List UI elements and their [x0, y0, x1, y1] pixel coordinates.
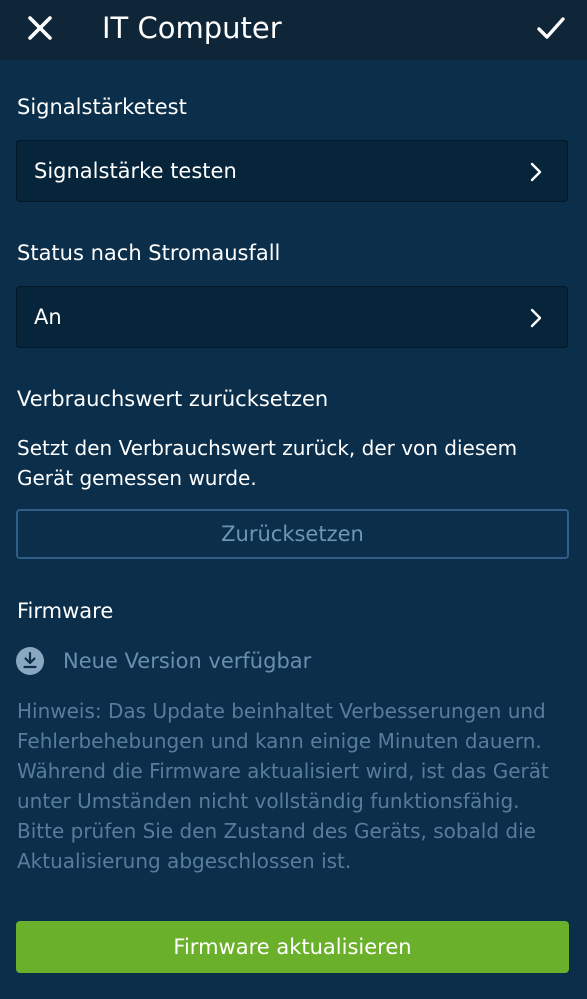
chevron-right-icon	[529, 308, 543, 328]
signal-test-title: Signalstärketest	[17, 95, 187, 119]
update-firmware-button[interactable]: Firmware aktualisieren	[16, 921, 569, 973]
page-title: IT Computer	[102, 11, 282, 45]
app-header: IT Computer	[0, 0, 587, 60]
firmware-status-text: Neue Version verfügbar	[63, 649, 312, 673]
download-icon	[16, 647, 44, 675]
close-icon[interactable]	[24, 12, 56, 44]
consumption-reset-description: Setzt den Verbrauchswert zurück, der von…	[17, 436, 518, 490]
firmware-title: Firmware	[17, 599, 114, 623]
checkmark-icon[interactable]	[535, 12, 567, 44]
reset-button[interactable]: Zurücksetzen	[16, 509, 569, 559]
firmware-hint: Hinweis: Das Update beinhaltet Verbesser…	[17, 699, 549, 873]
signal-test-row[interactable]: Signalstärke testen	[16, 140, 568, 202]
consumption-reset-title: Verbrauchswert zurücksetzen	[17, 387, 329, 411]
power-status-title: Status nach Stromausfall	[17, 241, 281, 265]
chevron-right-icon	[529, 162, 543, 182]
power-status-value: An	[34, 305, 62, 329]
signal-test-label: Signalstärke testen	[34, 159, 237, 183]
power-status-row[interactable]: An	[16, 286, 568, 348]
